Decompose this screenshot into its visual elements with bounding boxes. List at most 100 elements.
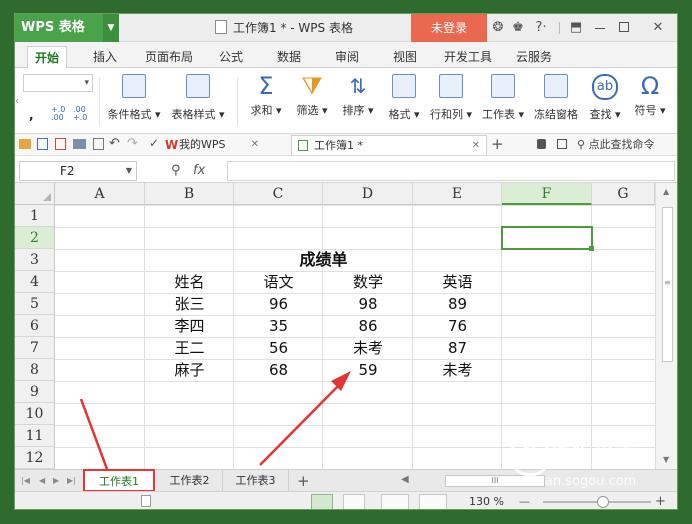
maximize-icon[interactable] xyxy=(619,22,629,32)
thousands-separator-button[interactable]: , xyxy=(29,108,34,122)
scroll-up-icon[interactable]: ▲ xyxy=(663,187,669,196)
tab-my-wps-close-icon[interactable]: ✕ xyxy=(251,135,259,155)
redo-icon[interactable]: ↷ xyxy=(127,136,138,151)
sum-button[interactable]: Σ 求和 ▾ xyxy=(243,72,289,130)
quick-access-customize-icon[interactable]: ✓ xyxy=(149,136,159,150)
tab-workbook1[interactable]: 工作簿1 * ✕ xyxy=(291,135,487,155)
sheet-tab-2[interactable]: 工作表2 xyxy=(157,470,223,492)
arrow-line-to-sheet-tab xyxy=(79,398,109,469)
tab-view[interactable]: 视图 xyxy=(385,46,425,68)
skin-icon[interactable]: ❂ xyxy=(489,14,507,42)
help-icon[interactable]: ?· xyxy=(529,14,553,42)
undo-icon[interactable]: ↶ xyxy=(109,136,120,151)
new-tab-button[interactable]: + xyxy=(491,134,504,154)
sort-label: 排序 ▾ xyxy=(342,104,374,117)
conditional-format-button[interactable]: 条件格式 ▾ xyxy=(103,72,165,130)
formula-input[interactable] xyxy=(227,161,675,181)
sogou-logo-icon: S xyxy=(510,436,550,476)
zoom-in-button[interactable]: + xyxy=(655,492,666,509)
symbol-label: 符号 ▾ xyxy=(634,104,666,117)
font-size-dropdown-icon[interactable]: ▾ xyxy=(84,75,89,91)
shirt-icon[interactable]: ♚ xyxy=(509,14,527,42)
login-button[interactable]: 未登录 xyxy=(411,14,487,42)
wps-app-menu-button[interactable]: WPS 表格 ▼ xyxy=(15,14,119,42)
format-button[interactable]: 格式 ▾ xyxy=(381,72,427,130)
tab-cloud[interactable]: 云服务 xyxy=(509,46,559,68)
ribbon-scroll-left-icon[interactable]: ‹ xyxy=(15,82,21,122)
filter-label: 筛选 ▾ xyxy=(296,104,328,117)
filter-button[interactable]: ⧩ 筛选 ▾ xyxy=(289,72,335,130)
print-preview-icon[interactable] xyxy=(93,138,104,150)
name-box[interactable]: F2 ▼ xyxy=(19,161,137,181)
save-icon[interactable] xyxy=(37,138,48,150)
rows-columns-button[interactable]: 行和列 ▾ xyxy=(425,72,477,130)
find-icon: ab xyxy=(592,74,618,100)
sheet-tab-3[interactable]: 工作表3 xyxy=(223,470,289,492)
format-label: 格式 ▾ xyxy=(388,108,420,121)
symbol-icon: Ω xyxy=(640,72,660,100)
name-box-dropdown-icon[interactable]: ▼ xyxy=(126,162,132,180)
next-sheet-icon[interactable]: ▶ xyxy=(53,473,59,489)
tab-developer[interactable]: 开发工具 xyxy=(439,46,497,68)
page-break-view-icon[interactable] xyxy=(343,494,365,509)
tab-home[interactable]: 开始 xyxy=(27,46,67,68)
document-icon xyxy=(298,140,308,151)
tab-my-wps[interactable]: W 我的WPS ✕ xyxy=(161,135,263,155)
export-pdf-icon[interactable] xyxy=(55,138,66,150)
cloud-sync-icon[interactable] xyxy=(537,139,546,149)
annotation-arrows xyxy=(79,371,351,469)
worksheet-button[interactable]: 工作表 ▾ xyxy=(477,72,529,130)
increase-decimal-button[interactable]: +.0 .00 xyxy=(51,106,69,122)
sheet-tab-1[interactable]: 工作表1 xyxy=(83,469,155,492)
font-size-select[interactable]: ▾ xyxy=(23,74,93,92)
table-style-button[interactable]: 表格样式 ▾ xyxy=(167,72,229,130)
normal-view-icon[interactable] xyxy=(311,494,333,509)
conditional-format-icon xyxy=(122,74,146,98)
insert-function-button[interactable]: fx xyxy=(193,161,205,181)
minimize-icon[interactable] xyxy=(595,28,605,29)
tab-insert[interactable]: 插入 xyxy=(85,46,125,68)
open-folder-icon[interactable] xyxy=(19,139,31,149)
decrease-decimal-button[interactable]: .00 +.0 xyxy=(73,106,91,122)
scroll-left-icon[interactable]: ◀ xyxy=(401,474,409,485)
share-icon[interactable] xyxy=(557,139,567,149)
tab-review[interactable]: 审阅 xyxy=(327,46,367,68)
tab-workbook1-label: 工作簿1 * xyxy=(314,139,363,152)
zoom-level[interactable]: 130 % xyxy=(469,492,504,509)
sort-button[interactable]: ⇅ 排序 ▾ xyxy=(335,72,381,130)
first-sheet-icon[interactable]: |◀ xyxy=(21,473,30,489)
sort-icon: ⇅ xyxy=(349,74,367,98)
table-style-icon xyxy=(186,74,210,98)
watermark-url: zhinan.sogou.com xyxy=(518,474,637,489)
eye-protection-icon[interactable] xyxy=(419,494,447,509)
restore-icon[interactable]: ⬒ xyxy=(565,14,587,42)
vertical-scrollbar[interactable]: ▲ ≡ ▼ xyxy=(655,183,677,469)
tab-page-layout[interactable]: 页面布局 xyxy=(139,46,199,68)
command-search[interactable]: ⚲ 点此查找命令 xyxy=(577,136,655,154)
find-button[interactable]: ab 查找 ▾ xyxy=(583,72,627,130)
record-macro-icon[interactable] xyxy=(141,495,151,507)
search-icon: ⚲ xyxy=(577,138,589,151)
symbol-button[interactable]: Ω 符号 ▾ xyxy=(627,72,673,130)
reading-mode-icon[interactable] xyxy=(381,494,409,509)
zoom-slider-knob[interactable] xyxy=(597,496,609,508)
zoom-formula-icon[interactable]: ⚲ xyxy=(171,161,181,181)
freeze-panes-button[interactable]: 冻结窗格 xyxy=(529,72,583,130)
prev-sheet-icon[interactable]: ◀ xyxy=(39,473,45,489)
window-title: 工作簿1 * - WPS 表格 xyxy=(215,14,353,42)
quick-access-bar: ↶ ↷ ✓ W 我的WPS ✕ 工作簿1 * ✕ + ⚲ 点此查找命令 xyxy=(15,134,677,156)
zoom-out-button[interactable]: — xyxy=(519,492,530,509)
app-menu-dropdown-icon[interactable]: ▼ xyxy=(103,14,119,42)
last-sheet-icon[interactable]: ▶| xyxy=(67,473,76,489)
tab-workbook1-close-icon[interactable]: ✕ xyxy=(472,136,480,156)
format-icon xyxy=(392,74,416,98)
tab-data[interactable]: 数据 xyxy=(269,46,309,68)
close-icon[interactable]: ✕ xyxy=(647,14,669,42)
spreadsheet-grid: A B C D E F G 1 2 3 4 5 6 7 8 9 10 11 12… xyxy=(15,183,655,469)
arrow-head-to-missing-score xyxy=(331,371,351,391)
print-icon[interactable] xyxy=(73,139,86,149)
vertical-scroll-thumb[interactable]: ≡ xyxy=(662,207,673,362)
add-sheet-button[interactable]: + xyxy=(297,470,310,492)
tab-formulas[interactable]: 公式 xyxy=(211,46,251,68)
freeze-panes-icon xyxy=(544,74,568,98)
